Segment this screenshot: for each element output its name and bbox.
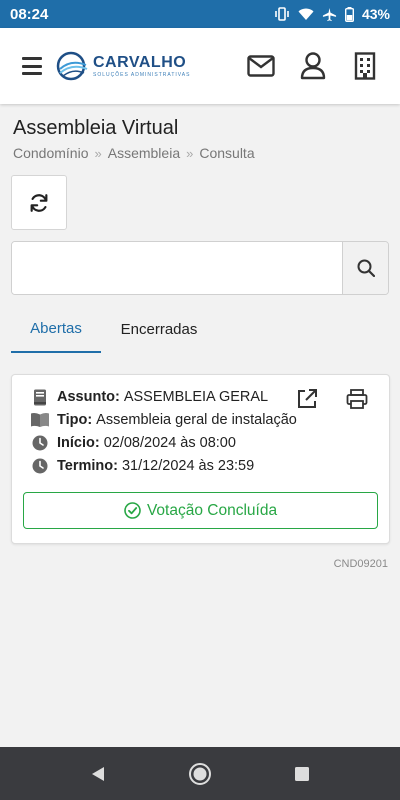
tab-encerradas[interactable]: Encerradas [101, 305, 217, 353]
check-circle-icon [124, 502, 141, 519]
status-icons: 43% [274, 6, 390, 22]
back-icon[interactable] [86, 762, 110, 786]
breadcrumb: Condomínio » Assembleia » Consulta [13, 145, 255, 161]
assembly-card: Assunto: ASSEMBLEIA GERAL Tipo: Assemble… [11, 374, 390, 544]
chevron-double-right-icon: » [186, 145, 194, 161]
print-icon[interactable] [345, 387, 369, 411]
tabs: Abertas Encerradas [11, 305, 389, 353]
voting-status-label: Votação Concluída [146, 501, 278, 519]
system-nav-bar [0, 747, 400, 800]
inicio-label: Início: [57, 435, 100, 451]
logo-subtitle: SOLUÇÕES ADMINISTRATIVAS [93, 71, 191, 78]
book-icon [30, 388, 50, 406]
screen-code: CND09201 [333, 558, 388, 570]
refresh-icon [30, 193, 48, 212]
refresh-button[interactable] [11, 175, 67, 230]
user-icon[interactable] [298, 51, 328, 81]
open-book-icon [30, 411, 50, 429]
search-icon [357, 259, 375, 277]
inicio-value: 02/08/2024 às 08:00 [103, 435, 236, 451]
logo-emblem [56, 51, 88, 81]
recents-icon[interactable] [290, 762, 314, 786]
logo-title: CARVALHO [93, 53, 187, 71]
external-link-icon[interactable] [295, 387, 319, 411]
assunto-value: ASSEMBLEIA GERAL [123, 389, 269, 405]
chevron-double-right-icon: » [94, 145, 102, 161]
breadcrumb-item-condominio[interactable]: Condomínio [13, 145, 89, 161]
clock-icon [30, 434, 50, 452]
vibrate-icon [274, 7, 290, 21]
tipo-row: Tipo: Assembleia geral de instalação [30, 411, 297, 429]
logo: CARVALHO SOLUÇÕES ADMINISTRATIVAS [56, 51, 190, 81]
tipo-value: Assembleia geral de instalação [96, 412, 297, 428]
page-title: Assembleia Virtual [13, 117, 179, 139]
breadcrumb-item-consulta: Consulta [199, 145, 255, 161]
battery-icon [344, 6, 354, 22]
airplane-icon [322, 7, 337, 22]
status-bar: 08:24 43% [0, 0, 400, 28]
menu-icon[interactable] [22, 57, 42, 75]
battery-level: 43% [361, 6, 390, 22]
app-bar: CARVALHO SOLUÇÕES ADMINISTRATIVAS [0, 28, 400, 104]
wifi-icon [298, 8, 314, 21]
status-time: 08:24 [10, 5, 49, 23]
search-bar [11, 241, 389, 295]
building-icon[interactable] [350, 51, 380, 81]
home-icon[interactable] [188, 762, 212, 786]
assunto-label: Assunto: [57, 389, 120, 405]
voting-status-button[interactable]: Votação Concluída [23, 492, 378, 529]
inicio-row: Início: 02/08/2024 às 08:00 [30, 434, 236, 452]
tipo-label: Tipo: [57, 412, 93, 428]
termino-label: Termino: [57, 458, 118, 474]
mail-icon[interactable] [246, 51, 276, 81]
clock-icon [30, 457, 50, 475]
termino-row: Termino: 31/12/2024 às 23:59 [30, 457, 254, 475]
tab-abertas[interactable]: Abertas [11, 305, 101, 353]
assunto-row: Assunto: ASSEMBLEIA GERAL [30, 388, 268, 406]
search-input[interactable] [12, 242, 342, 294]
termino-value: 31/12/2024 às 23:59 [121, 458, 255, 474]
search-button[interactable] [342, 242, 388, 294]
breadcrumb-item-assembleia[interactable]: Assembleia [108, 145, 180, 161]
